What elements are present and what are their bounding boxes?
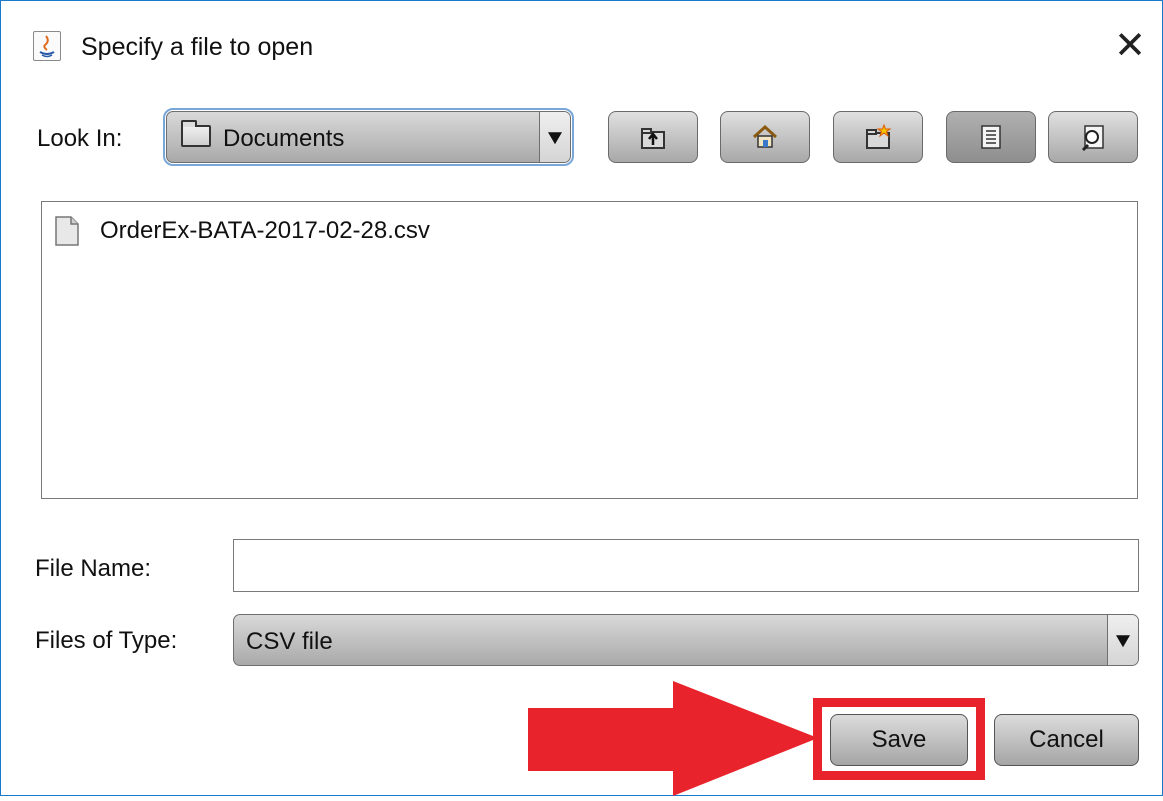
close-icon[interactable]: ✕ xyxy=(1113,23,1147,67)
chevron-down-icon xyxy=(548,132,562,145)
document-icon xyxy=(55,216,79,246)
files-of-type-value: CSV file xyxy=(246,628,333,655)
home-button[interactable] xyxy=(720,111,810,163)
cancel-button[interactable]: Cancel xyxy=(994,714,1139,766)
save-highlight-box xyxy=(813,698,985,780)
dialog-title: Specify a file to open xyxy=(81,33,314,61)
files-of-type-dropdown[interactable]: CSV file xyxy=(233,614,1139,666)
home-icon xyxy=(752,124,778,148)
file-name-input[interactable] xyxy=(233,539,1139,592)
details-view-button[interactable] xyxy=(1048,111,1138,163)
up-one-level-icon xyxy=(641,128,665,149)
look-in-value: Documents xyxy=(223,125,345,152)
title-bar: Specify a file to open ✕ xyxy=(1,1,1162,91)
files-of-type-dropdown-arrow[interactable] xyxy=(1107,615,1138,665)
list-view-button[interactable] xyxy=(946,111,1036,163)
details-view-icon xyxy=(1081,125,1104,151)
new-folder-button[interactable] xyxy=(833,111,923,163)
list-view-icon xyxy=(981,125,1001,149)
up-one-level-button[interactable] xyxy=(608,111,698,163)
file-name-label: File Name: xyxy=(35,555,152,582)
folder-icon xyxy=(181,120,211,147)
file-chooser-dialog: Specify a file to open ✕ Look In: Docume… xyxy=(0,0,1163,796)
look-in-dropdown-arrow[interactable] xyxy=(539,112,570,162)
files-of-type-label: Files of Type: xyxy=(35,627,178,654)
annotation-arrow xyxy=(528,681,818,796)
new-folder-icon xyxy=(866,123,892,149)
look-in-dropdown[interactable]: Documents xyxy=(163,108,574,166)
file-name-text: OrderEx-BATA-2017-02-28.csv xyxy=(100,217,430,244)
chevron-down-icon xyxy=(1116,635,1130,648)
java-app-icon xyxy=(33,31,61,61)
file-list[interactable]: OrderEx-BATA-2017-02-28.csv xyxy=(41,201,1138,499)
look-in-label: Look In: xyxy=(37,125,123,152)
